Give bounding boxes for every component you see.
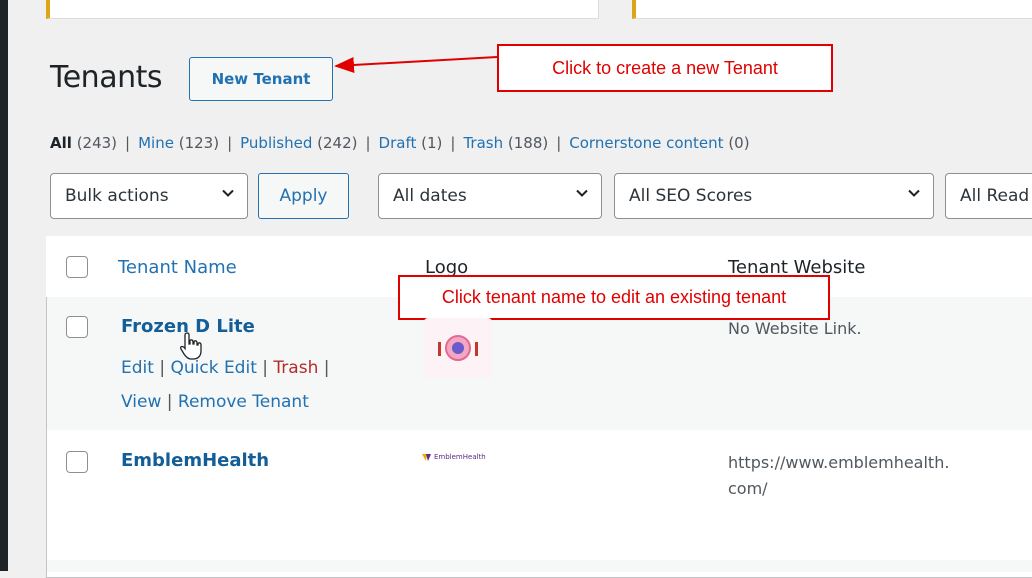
row-actions-line-1: Edit | Quick Edit | Trash | bbox=[121, 358, 330, 378]
filter-published-count: (242) bbox=[317, 134, 358, 152]
filter-trash[interactable]: Trash bbox=[463, 134, 503, 152]
seo-scores-value: All SEO Scores bbox=[629, 186, 753, 206]
row-checkbox[interactable] bbox=[66, 451, 88, 473]
view-link[interactable]: View bbox=[121, 392, 161, 412]
chevron-down-icon bbox=[575, 186, 589, 204]
status-filter-links: All (243) | Mine (123) | Published (242) | Dra… bbox=[50, 134, 750, 152]
quick-edit-link[interactable]: Quick Edit bbox=[170, 358, 256, 378]
chevron-down-icon bbox=[907, 186, 921, 204]
filter-published[interactable]: Published bbox=[240, 134, 312, 152]
hand-cursor-icon bbox=[179, 332, 202, 360]
apply-button[interactable]: Apply bbox=[258, 173, 349, 219]
arrow-to-new-tenant bbox=[334, 56, 498, 73]
dates-value: All dates bbox=[393, 186, 467, 206]
row-actions-line-2: View | Remove Tenant bbox=[121, 392, 309, 412]
tenant-logo-emblem: EmblemHealth bbox=[422, 453, 486, 461]
filter-draft-count: (1) bbox=[421, 134, 443, 152]
table-row bbox=[47, 560, 1032, 572]
row-checkbox[interactable] bbox=[66, 316, 88, 338]
tenant-website-text: No Website Link. bbox=[728, 319, 862, 338]
readability-select[interactable]: All Read bbox=[945, 173, 1032, 219]
filter-cornerstone-count: (0) bbox=[728, 134, 750, 152]
chevron-down-icon bbox=[221, 186, 235, 204]
readability-value: All Read bbox=[960, 186, 1030, 206]
trash-link[interactable]: Trash bbox=[273, 358, 318, 378]
filter-all-count: (243) bbox=[76, 134, 118, 152]
edit-link[interactable]: Edit bbox=[121, 358, 154, 378]
seo-scores-select[interactable]: All SEO Scores bbox=[614, 173, 934, 219]
bulk-actions-value: Bulk actions bbox=[65, 186, 169, 206]
dates-select[interactable]: All dates bbox=[378, 173, 602, 219]
column-tenant-name[interactable]: Tenant Name bbox=[118, 257, 237, 278]
remove-tenant-link[interactable]: Remove Tenant bbox=[178, 392, 309, 412]
tenant-name-link[interactable]: EmblemHealth bbox=[121, 450, 269, 471]
select-all-checkbox[interactable] bbox=[66, 256, 88, 278]
filter-mine[interactable]: Mine bbox=[138, 134, 174, 152]
bulk-actions-select[interactable]: Bulk actions bbox=[50, 173, 248, 219]
filter-draft[interactable]: Draft bbox=[379, 134, 417, 152]
filter-mine-count: (123) bbox=[178, 134, 220, 152]
filter-trash-count: (188) bbox=[507, 134, 549, 152]
callout-edit-tenant: Click tenant name to edit an existing te… bbox=[398, 275, 830, 320]
callout-create-tenant: Click to create a new Tenant bbox=[497, 44, 833, 92]
filter-cornerstone[interactable]: Cornerstone content bbox=[569, 134, 723, 152]
tenant-website-text: https://www.emblemhealth. com/ bbox=[728, 453, 950, 498]
filter-all[interactable]: All bbox=[50, 134, 72, 152]
tenant-logo-frozen bbox=[424, 318, 492, 378]
